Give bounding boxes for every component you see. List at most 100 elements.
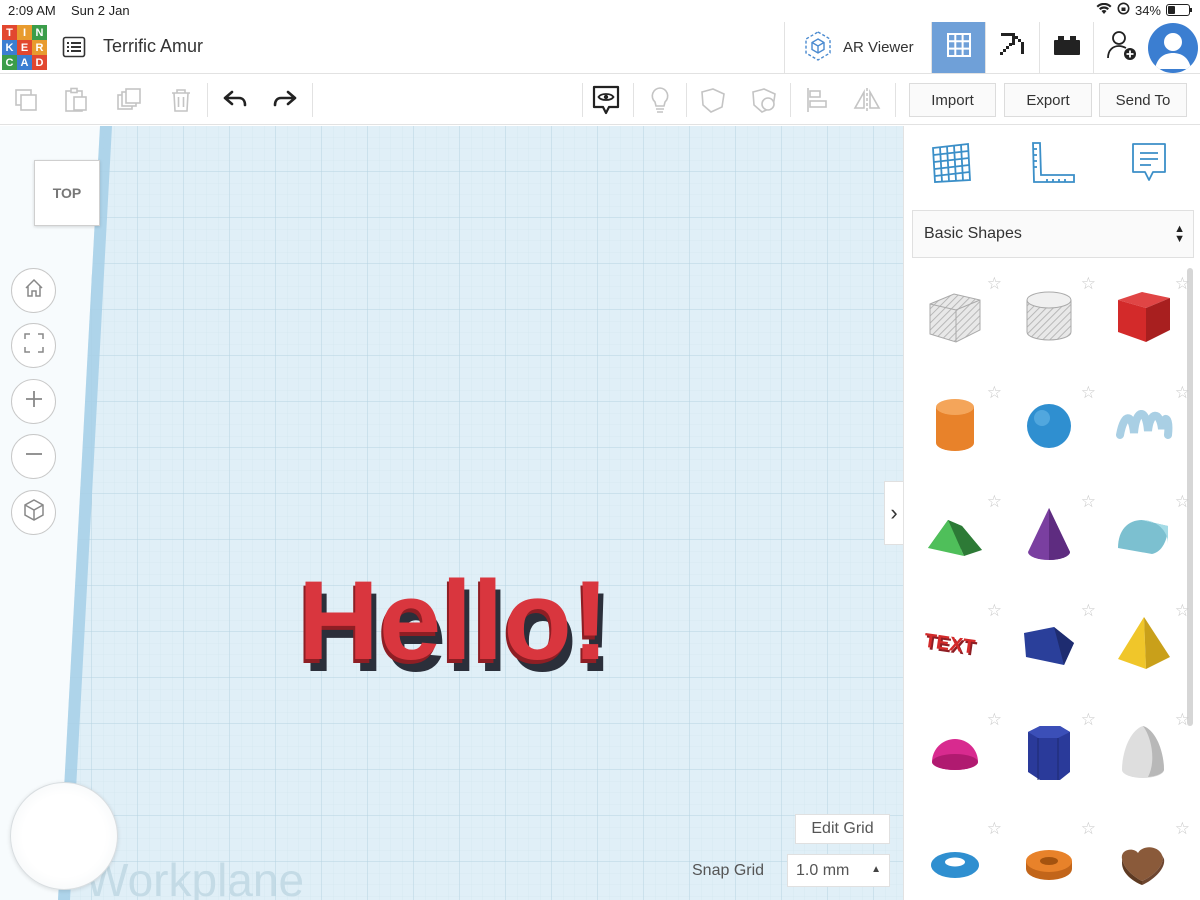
favorite-star-icon[interactable]: ☆ — [1081, 819, 1096, 839]
workplane-grid[interactable]: Workplane Hello! Hello! Hello! — [0, 126, 903, 900]
favorite-star-icon[interactable]: ☆ — [1175, 710, 1190, 730]
workplane-canvas[interactable]: Workplane Hello! Hello! Hello! TOP Edit … — [0, 126, 903, 900]
favorite-star-icon[interactable]: ☆ — [1081, 274, 1096, 294]
shape-box[interactable]: ☆ — [1102, 274, 1192, 382]
hello-text-front: Hello! — [298, 558, 609, 683]
bricks-view-button[interactable] — [1039, 22, 1093, 73]
shape-wedge[interactable]: ☆ — [1008, 601, 1098, 709]
favorite-star-icon[interactable]: ☆ — [1175, 492, 1190, 512]
snap-grid-value: 1.0 mm — [796, 861, 850, 879]
import-button[interactable]: Import — [909, 83, 996, 117]
favorite-star-icon[interactable]: ☆ — [1175, 383, 1190, 403]
shape-scribble[interactable]: ☆ — [1102, 383, 1192, 491]
bulb-icon[interactable] — [645, 85, 675, 115]
redo-icon[interactable] — [270, 85, 300, 115]
solid-shape-icon[interactable] — [698, 85, 728, 115]
notes-icon — [1129, 140, 1169, 191]
tinkercad-logo[interactable]: TINKERCAD — [2, 25, 48, 71]
snap-grid-label: Snap Grid — [692, 862, 765, 879]
shape-sphere[interactable]: ☆ — [1008, 383, 1098, 491]
edit-grid-button[interactable]: Edit Grid — [795, 814, 890, 844]
favorite-star-icon[interactable]: ☆ — [987, 492, 1002, 512]
home-view-button[interactable] — [11, 268, 56, 313]
favorite-star-icon[interactable]: ☆ — [987, 383, 1002, 403]
fit-view-button[interactable] — [11, 323, 56, 368]
logo-letter: E — [17, 40, 32, 55]
favorite-star-icon[interactable]: ☆ — [1175, 819, 1190, 839]
shape-round-roof[interactable]: ☆ — [1102, 492, 1192, 600]
ruler-icon — [1028, 140, 1076, 191]
user-avatar[interactable] — [1148, 23, 1198, 73]
favorite-star-icon[interactable]: ☆ — [987, 710, 1002, 730]
ortho-cube-icon — [22, 498, 46, 527]
design-list-icon[interactable] — [62, 35, 86, 59]
3d-design-view-button[interactable] — [931, 22, 985, 73]
favorite-star-icon[interactable]: ☆ — [1175, 601, 1190, 621]
shape-paraboloid[interactable]: ☆ — [1102, 710, 1192, 818]
note-visibility-icon[interactable] — [591, 85, 621, 115]
favorite-star-icon[interactable]: ☆ — [987, 274, 1002, 294]
favorite-star-icon[interactable]: ☆ — [1081, 492, 1096, 512]
fit-view-icon — [23, 332, 45, 359]
caret-up-icon: ▲ — [871, 864, 881, 875]
workplane-label: Workplane — [85, 854, 304, 900]
undo-icon[interactable] — [220, 85, 250, 115]
shape-text[interactable]: ☆ TEXT TEXT — [914, 601, 1004, 709]
panel-toggle-button[interactable]: › — [884, 481, 903, 545]
shape-cylinder-hole[interactable]: ☆ — [1008, 274, 1098, 382]
favorite-star-icon[interactable]: ☆ — [987, 819, 1002, 839]
paste-icon[interactable] — [61, 85, 91, 115]
shape-box-hole[interactable]: ☆ — [914, 274, 1004, 382]
logo-letter: I — [17, 25, 32, 40]
shape-cylinder[interactable]: ☆ — [914, 383, 1004, 491]
shape-heart[interactable]: ☆ — [1102, 819, 1192, 900]
delete-icon[interactable] — [166, 85, 196, 115]
home-icon — [23, 277, 45, 304]
ortho-view-button[interactable] — [11, 490, 56, 535]
shape-pyramid[interactable]: ☆ — [1102, 601, 1192, 709]
mirror-icon[interactable] — [852, 85, 882, 115]
shape-half-sphere[interactable]: ☆ — [914, 710, 1004, 818]
status-date: Sun 2 Jan — [71, 3, 130, 18]
logo-letter: A — [17, 55, 32, 70]
zoom-out-button[interactable] — [11, 434, 56, 479]
navigation-joystick[interactable] — [10, 782, 118, 890]
status-time: 2:09 AM — [8, 3, 56, 18]
workplane-tool-button[interactable] — [926, 140, 976, 190]
design-title[interactable]: Terrific Amur — [103, 36, 203, 57]
favorite-star-icon[interactable]: ☆ — [1081, 710, 1096, 730]
align-icon[interactable] — [802, 85, 832, 115]
send-to-button[interactable]: Send To — [1099, 83, 1187, 117]
logo-letter: K — [2, 40, 17, 55]
logo-letter: R — [32, 40, 47, 55]
minecraft-view-button[interactable] — [985, 22, 1039, 73]
favorite-star-icon[interactable]: ☆ — [1175, 274, 1190, 294]
add-user-icon — [1104, 28, 1138, 67]
shape-torus[interactable]: ☆ — [914, 819, 1004, 900]
shapes-panel: Basic Shapes ▲ ▼ ☆ ☆ ☆ ☆ ☆ ☆ ☆ ☆ ☆ ☆ TEXT TEXT ☆ ☆ ☆ ☆ ☆ ☆… — [903, 126, 1200, 900]
favorite-star-icon[interactable]: ☆ — [1081, 601, 1096, 621]
shape-polygon[interactable]: ☆ — [1008, 710, 1098, 818]
shape-roof[interactable]: ☆ — [914, 492, 1004, 600]
invite-user-button[interactable] — [1093, 22, 1147, 73]
snap-grid-select[interactable]: 1.0 mm ▲ — [787, 854, 890, 887]
shape-category-select[interactable]: Basic Shapes ▲ ▼ — [912, 210, 1194, 258]
ar-viewer-label: AR Viewer — [843, 39, 914, 56]
favorite-star-icon[interactable]: ☆ — [987, 601, 1002, 621]
copy-icon[interactable] — [11, 85, 41, 115]
chevron-right-icon: › — [890, 500, 898, 525]
wifi-icon — [1096, 2, 1112, 18]
hole-shape-icon[interactable] — [749, 85, 779, 115]
shape-tube[interactable]: ☆ — [1008, 819, 1098, 900]
logo-letter: N — [32, 25, 47, 40]
view-cube[interactable]: TOP — [34, 160, 100, 226]
favorite-star-icon[interactable]: ☆ — [1081, 383, 1096, 403]
zoom-in-button[interactable] — [11, 379, 56, 424]
duplicate-icon[interactable] — [114, 85, 144, 115]
status-bar: 2:09 AM Sun 2 Jan 34% — [0, 0, 1200, 22]
notes-tool-button[interactable] — [1124, 140, 1174, 190]
ar-viewer-button[interactable]: AR Viewer — [784, 22, 926, 73]
shape-cone[interactable]: ☆ — [1008, 492, 1098, 600]
export-button[interactable]: Export — [1004, 83, 1092, 117]
ruler-tool-button[interactable] — [1027, 140, 1077, 190]
